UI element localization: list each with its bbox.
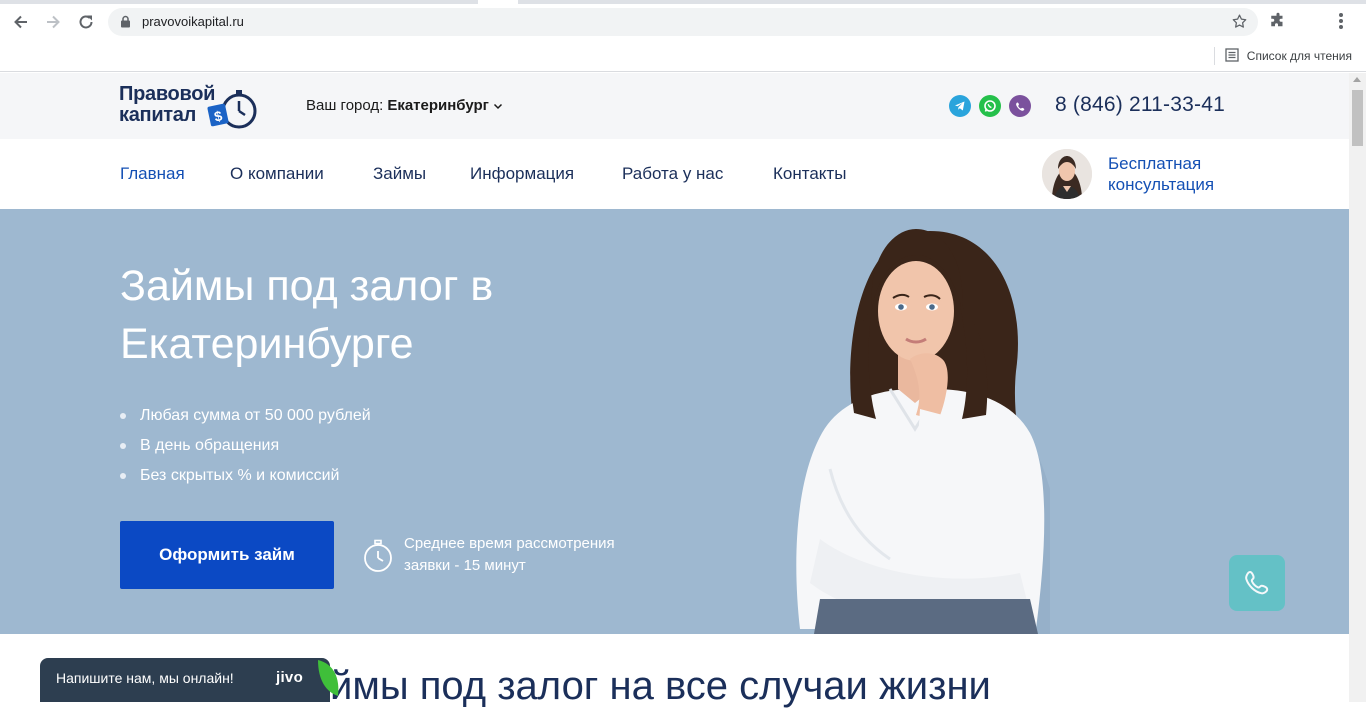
menu-icon[interactable]	[1338, 12, 1344, 35]
messenger-links	[949, 95, 1031, 117]
nav-item-loans[interactable]: Займы	[373, 164, 426, 184]
list-item: Без скрытых % и комиссий	[120, 461, 371, 491]
section-title: ймы под залог на все случаи жизни	[330, 664, 991, 708]
logo-text-line1: Правовой	[119, 83, 216, 105]
list-item: Любая сумма от 50 000 рублей	[120, 401, 371, 431]
tab-strip	[0, 0, 1366, 4]
hero-title-line2: Екатеринбурге	[120, 320, 414, 368]
hero-title-line1: Займы под залог в	[120, 262, 494, 310]
scroll-up-arrow-icon[interactable]	[1353, 77, 1361, 82]
city-value[interactable]: Екатеринбург	[387, 97, 489, 114]
list-item: В день обращения	[120, 431, 371, 461]
leaf-icon	[318, 660, 339, 696]
hero-benefits-list: Любая сумма от 50 000 рублей В день обра…	[120, 401, 371, 491]
nav-item-careers[interactable]: Работа у нас	[622, 164, 723, 184]
chat-widget-text[interactable]: Напишите нам, мы онлайн!	[56, 670, 234, 686]
forward-icon[interactable]	[41, 10, 65, 34]
free-consultation-link[interactable]: Бесплатная консультация	[1042, 149, 1214, 199]
reading-list-label: Список для чтения	[1246, 49, 1352, 63]
jivo-logo: jivo	[276, 669, 304, 686]
nav-item-home[interactable]: Главная	[120, 164, 185, 184]
consultant-avatar	[1042, 149, 1092, 199]
chevron-down-icon[interactable]	[493, 101, 503, 111]
review-time-note: Среднее время рассмотрения заявки - 15 м…	[404, 533, 664, 577]
back-icon[interactable]	[9, 10, 33, 34]
hero-banner: Займы под залог в Екатеринбурге Любая су…	[0, 209, 1349, 634]
extensions-icon[interactable]	[1269, 12, 1287, 35]
address-bar[interactable]: pravovoikapital.ru	[108, 8, 1258, 36]
nav-item-contacts[interactable]: Контакты	[773, 164, 846, 184]
apply-loan-button[interactable]: Оформить займ	[120, 521, 334, 589]
telegram-icon[interactable]	[949, 95, 971, 117]
reading-list-button[interactable]: Список для чтения	[1213, 47, 1352, 65]
city-label: Ваш город:	[306, 97, 384, 114]
site-header: Правовой капитал $ Ваш город: Екатеринбу…	[0, 73, 1349, 139]
viber-icon[interactable]	[1009, 95, 1031, 117]
lock-icon	[120, 15, 131, 33]
phone-icon	[1245, 570, 1269, 595]
bookmarks-bar: Список для чтения	[0, 44, 1366, 72]
chat-widget[interactable]: Напишите нам, мы онлайн! jivo	[40, 658, 339, 702]
nav-item-info[interactable]: Информация	[470, 164, 574, 184]
hero-woman-photo	[796, 229, 1050, 634]
site-logo[interactable]: Правовой капитал $	[119, 83, 259, 131]
consult-label-line2: консультация	[1108, 175, 1215, 194]
hero-title: Займы под залог в Екатеринбурге	[120, 257, 620, 373]
url-text[interactable]: pravovoikapital.ru	[142, 14, 244, 29]
page-scrollbar[interactable]	[1349, 73, 1366, 702]
main-navigation: Главная О компании Займы Информация Рабо…	[0, 139, 1349, 209]
review-time-line1: Среднее время рассмотрения	[404, 535, 615, 552]
logo-clock-dollar-icon: $	[207, 90, 257, 129]
scroll-thumb[interactable]	[1352, 90, 1363, 146]
city-selector[interactable]: Ваш город: Екатеринбург	[306, 97, 503, 114]
reload-icon[interactable]	[74, 10, 98, 34]
stopwatch-icon	[364, 539, 392, 572]
whatsapp-icon[interactable]	[979, 95, 1001, 117]
callback-button[interactable]	[1229, 555, 1285, 611]
header-phone-link[interactable]: 8 (846) 211-33-41	[1055, 93, 1225, 117]
nav-item-about[interactable]: О компании	[230, 164, 324, 184]
consult-label-line1: Бесплатная	[1108, 154, 1202, 173]
logo-text-line2: капитал	[119, 104, 197, 126]
browser-toolbar: pravovoikapital.ru	[0, 0, 1366, 44]
reading-list-icon	[1225, 47, 1239, 65]
star-icon[interactable]	[1231, 13, 1248, 35]
review-time-line2: заявки - 15 минут	[404, 557, 526, 574]
